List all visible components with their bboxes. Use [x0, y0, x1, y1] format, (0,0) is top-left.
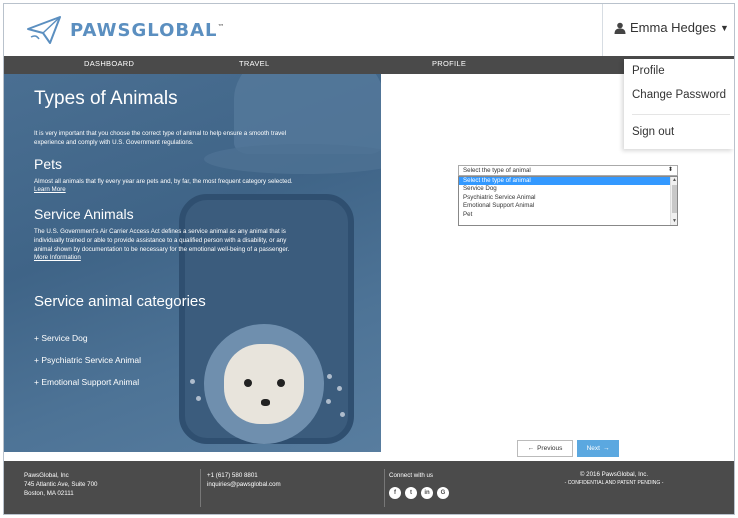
pets-heading: Pets — [34, 156, 63, 172]
facebook-icon[interactable]: f — [389, 487, 401, 499]
logo[interactable]: PAWSGLOBAL™ — [26, 14, 226, 46]
service-animals-heading: Service Animals — [34, 206, 134, 222]
scrollbar-thumb[interactable] — [672, 185, 677, 213]
app-window: PAWSGLOBAL™ Emma Hedges ▼ DASHBOARD TRAV… — [3, 3, 735, 515]
footer-contact: +1 (617) 580 8801 inquiries@pawsglobal.c… — [207, 471, 281, 489]
service-text-line-3: animal shown by documentation to be nece… — [34, 246, 290, 253]
footer-divider — [384, 469, 385, 507]
hero-panel: Types of Animals It is very important th… — [4, 74, 381, 452]
option-service-dog[interactable]: Service Dog — [459, 185, 677, 193]
next-button[interactable]: Next → — [577, 440, 619, 457]
user-name: Emma Hedges — [630, 20, 716, 35]
twitter-icon[interactable]: t — [405, 487, 417, 499]
category-emotional-support-animal[interactable]: + Emotional Support Animal — [34, 377, 139, 387]
arrow-left-icon: ← — [527, 445, 535, 452]
option-pet[interactable]: Pet — [459, 211, 677, 219]
user-dropdown-menu: Profile Change Password Sign out — [624, 59, 734, 149]
footer-email[interactable]: inquiries@pawsglobal.com — [207, 480, 281, 489]
footer-address-line-1: 745 Atlantic Ave, Suite 700 — [24, 481, 98, 488]
page-title: Types of Animals — [34, 88, 178, 109]
footer: PawsGlobal, Inc 745 Atlantic Ave, Suite … — [4, 461, 734, 514]
categories-heading: Service animal categories — [34, 293, 206, 310]
intro-text-line-2: experience and comply with U.S. Governme… — [34, 139, 194, 146]
footer-address: PawsGlobal, Inc 745 Atlantic Ave, Suite … — [24, 471, 98, 498]
animal-type-options-list: Select the type of animal Service Dog Ps… — [458, 176, 678, 226]
animal-type-select[interactable]: Select the type of animal ⬍ — [458, 165, 678, 176]
scroll-down-icon[interactable]: ▼ — [672, 218, 677, 224]
menu-item-change-password[interactable]: Change Password — [632, 89, 726, 101]
paper-plane-logo-icon — [27, 16, 61, 44]
select-arrows-icon: ⬍ — [667, 167, 673, 173]
category-psychiatric-service-animal[interactable]: + Psychiatric Service Animal — [34, 355, 141, 365]
social-links: f t in G — [389, 487, 449, 499]
google-icon[interactable]: G — [437, 487, 449, 499]
nav-item-profile[interactable]: PROFILE — [432, 59, 466, 68]
service-more-information-link[interactable]: More Information — [34, 254, 81, 261]
service-text-line-2: individually trained or able to provide … — [34, 237, 287, 244]
footer-divider — [200, 469, 201, 507]
menu-item-profile[interactable]: Profile — [632, 65, 665, 77]
footer-phone[interactable]: +1 (617) 580 8801 — [207, 471, 281, 480]
scroll-up-icon[interactable]: ▲ — [672, 177, 677, 183]
nav-item-travel[interactable]: TRAVEL — [239, 59, 269, 68]
menu-item-sign-out[interactable]: Sign out — [632, 126, 674, 138]
option-emotional-support-animal[interactable]: Emotional Support Animal — [459, 202, 677, 210]
user-menu-toggle[interactable]: Emma Hedges ▼ — [614, 20, 729, 35]
service-text-line-1: The U.S. Government's Air Carrier Access… — [34, 228, 286, 235]
logo-text: PAWSGLOBAL™ — [70, 19, 226, 41]
arrow-right-icon: → — [602, 445, 610, 452]
header: PAWSGLOBAL™ Emma Hedges ▼ — [4, 4, 734, 56]
pets-text: Almost all animals that fly every year a… — [34, 178, 293, 185]
option-select-placeholder[interactable]: Select the type of animal — [459, 177, 677, 186]
option-psychiatric-service-animal[interactable]: Psychiatric Service Animal — [459, 194, 677, 202]
category-service-dog[interactable]: + Service Dog — [34, 333, 88, 343]
footer-copyright: © 2016 PawsGlobal, Inc. — [579, 471, 649, 478]
footer-confidential: - CONFIDENTIAL AND PATENT PENDING - — [564, 480, 664, 486]
footer-company: PawsGlobal, Inc — [24, 472, 69, 479]
footer-address-line-2: Boston, MA 02111 — [24, 490, 74, 497]
intro-text-line-1: It is very important that you choose the… — [34, 130, 287, 137]
previous-button-label: Previous — [537, 445, 563, 452]
pets-learn-more-link[interactable]: Learn More — [34, 186, 66, 193]
caret-down-icon: ▼ — [719, 22, 729, 33]
nav-item-dashboard[interactable]: DASHBOARD — [84, 59, 134, 68]
next-button-label: Next — [586, 445, 600, 452]
animal-type-select-value: Select the type of animal — [463, 167, 531, 174]
linkedin-icon[interactable]: in — [421, 487, 433, 499]
options-scrollbar[interactable]: ▲ ▼ — [670, 177, 677, 225]
previous-button[interactable]: ← Previous — [517, 440, 573, 457]
footer-connect-label: Connect with us — [389, 472, 434, 479]
menu-divider — [632, 114, 730, 115]
hero-content: Types of Animals It is very important th… — [4, 74, 381, 452]
user-icon — [614, 22, 626, 34]
header-divider — [602, 4, 603, 56]
